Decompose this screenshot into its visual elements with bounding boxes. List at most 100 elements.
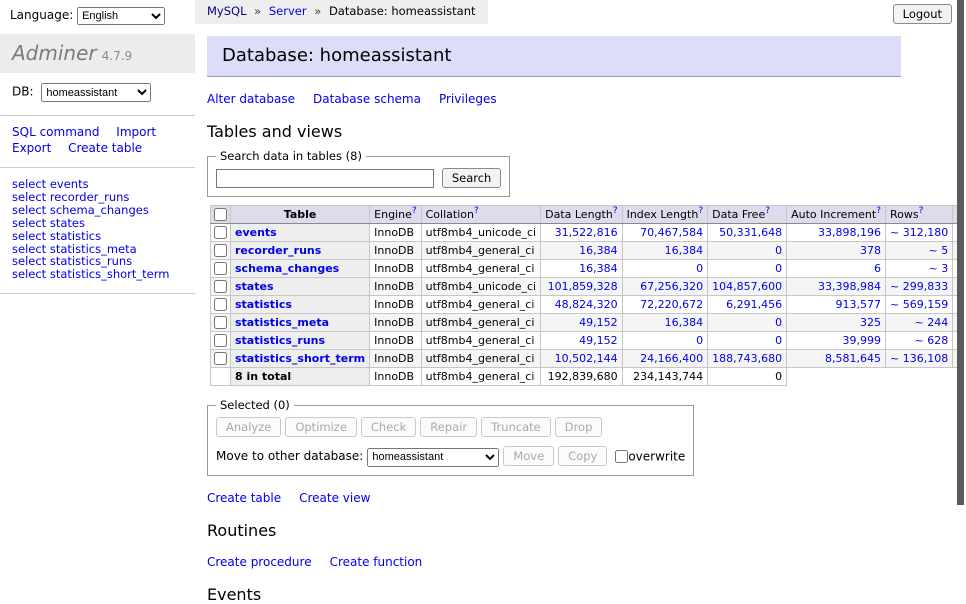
vertical-scrollbar[interactable] (957, 0, 966, 543)
truncate-button[interactable]: Truncate (481, 417, 551, 437)
auto-increment-link[interactable]: 33,398,984 (818, 280, 881, 293)
row-checkbox-events[interactable] (214, 226, 227, 239)
data-free-link[interactable]: 0 (775, 316, 782, 329)
table-link-statistics[interactable]: statistics (235, 298, 292, 311)
sidebar-action-export[interactable]: Export (12, 141, 51, 155)
row-checkbox-recorder-runs[interactable] (214, 244, 227, 257)
rows-link[interactable]: ~ 628 (914, 334, 948, 347)
data-free-link[interactable]: 50,331,648 (719, 226, 782, 239)
sidebar-table-statistics-short-term[interactable]: statistics_short_term (50, 267, 170, 281)
help-link[interactable]: ? (919, 206, 924, 216)
repair-button[interactable]: Repair (420, 417, 477, 437)
data-free-link[interactable]: 104,857,600 (712, 280, 782, 293)
data-length-link[interactable]: 16,384 (579, 262, 618, 275)
breadcrumb-server-link[interactable]: Server (269, 4, 307, 18)
search-button[interactable]: Search (442, 168, 502, 188)
analyze-button[interactable]: Analyze (216, 417, 281, 437)
sidebar-action-create-table[interactable]: Create table (68, 141, 142, 155)
breadcrumb-mysql-link[interactable]: MySQL (207, 4, 247, 18)
copy-button[interactable]: Copy (558, 446, 607, 466)
row-checkbox-schema-changes[interactable] (214, 262, 227, 275)
table-link-statistics-meta[interactable]: statistics_meta (235, 316, 329, 329)
select-statistics-short-term-link[interactable]: select (12, 267, 46, 281)
help-link[interactable]: ? (613, 206, 618, 216)
row-checkbox-statistics-short-term[interactable] (214, 352, 227, 365)
check-button[interactable]: Check (361, 417, 416, 437)
index-length-link[interactable]: 0 (696, 334, 703, 347)
index-length-link[interactable]: 24,166,400 (640, 352, 703, 365)
auto-increment-cell: 39,999 (787, 332, 886, 350)
table-link-statistics-runs[interactable]: statistics_runs (235, 334, 325, 347)
row-checkbox-statistics[interactable] (214, 298, 227, 311)
index-length-link[interactable]: 0 (696, 262, 703, 275)
move-database-select[interactable]: homeassistant (367, 448, 499, 467)
select-all-checkbox[interactable] (214, 208, 227, 221)
help-link[interactable]: ? (876, 206, 881, 216)
auto-increment-link[interactable]: 325 (860, 316, 881, 329)
index-length-link[interactable]: 67,256,320 (640, 280, 703, 293)
db-select[interactable]: homeassistant (41, 83, 151, 102)
help-link[interactable]: ? (474, 206, 479, 216)
auto-increment-link[interactable]: 378 (860, 244, 881, 257)
index-length-link[interactable]: 16,384 (665, 316, 704, 329)
data-length-link[interactable]: 101,859,328 (548, 280, 618, 293)
index-length-link[interactable]: 16,384 (665, 244, 704, 257)
search-input[interactable] (216, 169, 434, 188)
create-view-link[interactable]: Create view (299, 491, 370, 505)
sidebar-action-sql-command[interactable]: SQL command (12, 125, 99, 139)
data-length-link[interactable]: 31,522,816 (555, 226, 618, 239)
create-procedure-link[interactable]: Create procedure (207, 555, 312, 569)
auto-increment-link[interactable]: 6 (874, 262, 881, 275)
table-link-statistics-short-term[interactable]: statistics_short_term (235, 352, 365, 365)
table-row-schema-changes: schema_changesInnoDButf8mb4_general_ci16… (211, 260, 966, 278)
data-free-link[interactable]: 0 (775, 334, 782, 347)
index-length-link[interactable]: 72,220,672 (640, 298, 703, 311)
row-checkbox-statistics-meta[interactable] (214, 316, 227, 329)
sidebar: Language: English Adminer4.7.9 DB: homea… (0, 0, 195, 543)
data-length-link[interactable]: 10,502,144 (555, 352, 618, 365)
auto-increment-link[interactable]: 913,577 (836, 298, 882, 311)
help-link[interactable]: ? (765, 206, 770, 216)
help-link[interactable]: ? (698, 206, 703, 216)
auto-increment-link[interactable]: 33,898,196 (818, 226, 881, 239)
auto-increment-link[interactable]: 8,581,645 (825, 352, 881, 365)
data-length-link[interactable]: 49,152 (579, 334, 618, 347)
overwrite-checkbox[interactable] (615, 450, 628, 463)
create-function-link[interactable]: Create function (330, 555, 423, 569)
rows-link[interactable]: ~ 5 (928, 244, 948, 257)
help-link[interactable]: ? (412, 206, 417, 216)
optimize-button[interactable]: Optimize (285, 417, 357, 437)
move-button[interactable]: Move (503, 446, 554, 466)
table-link-states[interactable]: states (235, 280, 274, 293)
table-link-recorder-runs[interactable]: recorder_runs (235, 244, 321, 257)
data-length-link[interactable]: 49,152 (579, 316, 618, 329)
rows-link[interactable]: ~ 3 (928, 262, 948, 275)
data-length-link[interactable]: 16,384 (579, 244, 618, 257)
data-free-link[interactable]: 188,743,680 (712, 352, 782, 365)
create-table-view-links: Create table Create view (207, 491, 966, 505)
logout-button[interactable]: Logout (893, 4, 952, 24)
rows-link[interactable]: ~ 136,108 (890, 352, 948, 365)
scrollbar-thumb[interactable] (957, 0, 964, 505)
row-checkbox-states[interactable] (214, 280, 227, 293)
row-checkbox-statistics-runs[interactable] (214, 334, 227, 347)
privileges-link[interactable]: Privileges (439, 92, 497, 106)
data-free-link[interactable]: 6,291,456 (726, 298, 782, 311)
rows-link[interactable]: ~ 312,180 (890, 226, 948, 239)
rows-link[interactable]: ~ 569,159 (890, 298, 948, 311)
rows-link[interactable]: ~ 299,833 (890, 280, 948, 293)
auto-increment-link[interactable]: 39,999 (843, 334, 882, 347)
language-select[interactable]: English (77, 7, 165, 25)
sidebar-action-import[interactable]: Import (116, 125, 156, 139)
rows-link[interactable]: ~ 244 (914, 316, 948, 329)
database-schema-link[interactable]: Database schema (313, 92, 421, 106)
alter-database-link[interactable]: Alter database (207, 92, 295, 106)
data-length-link[interactable]: 48,824,320 (555, 298, 618, 311)
table-link-events[interactable]: events (235, 226, 277, 239)
drop-button[interactable]: Drop (555, 417, 603, 437)
index-length-link[interactable]: 70,467,584 (640, 226, 703, 239)
data-free-link[interactable]: 0 (775, 262, 782, 275)
data-free-link[interactable]: 0 (775, 244, 782, 257)
create-table-link[interactable]: Create table (207, 491, 281, 505)
table-link-schema-changes[interactable]: schema_changes (235, 262, 339, 275)
